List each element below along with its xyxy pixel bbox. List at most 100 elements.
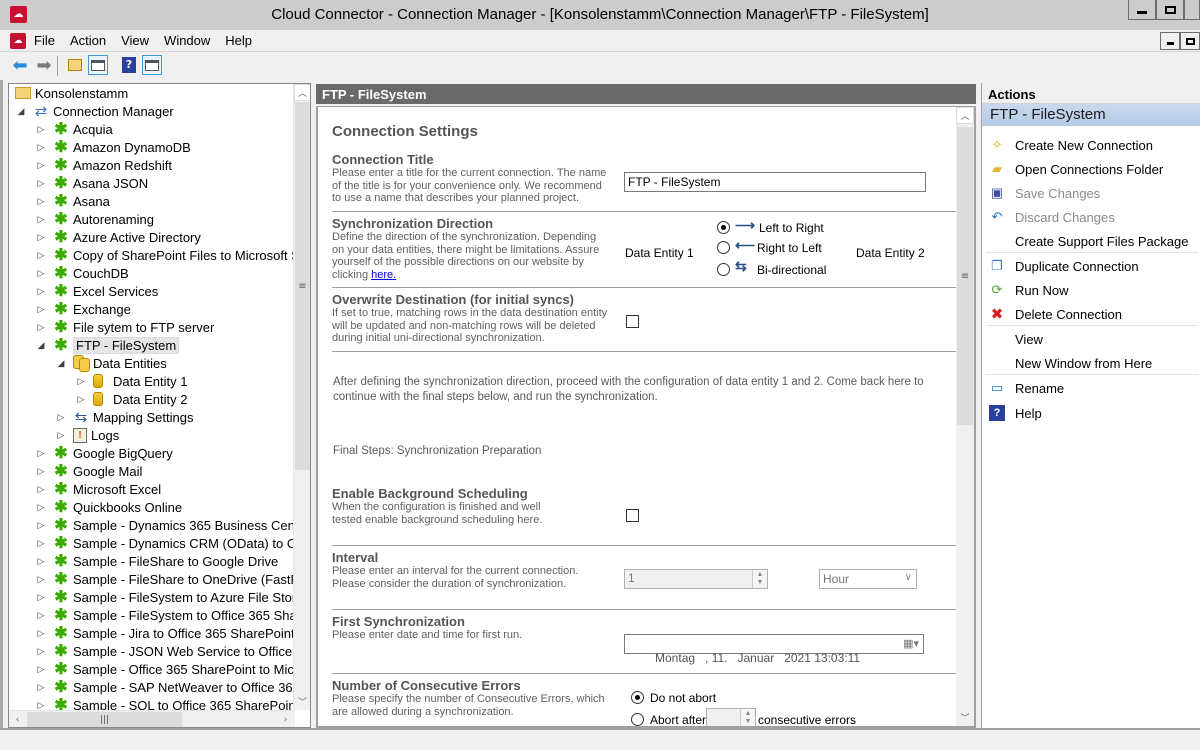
collapse-arrow-icon[interactable]: ◢ <box>55 358 67 369</box>
expand-arrow-icon[interactable]: ▷ <box>35 178 47 189</box>
maximize-button[interactable] <box>1156 0 1184 20</box>
connection-title-input[interactable] <box>624 172 926 192</box>
tree-item-connection[interactable]: ▷ ✱ Sample - FileShare to OneDrive (FastFi… <box>35 570 295 588</box>
tree-item-connection[interactable]: ▷ ✱ Sample - FileShare to Google Drive <box>35 552 279 570</box>
radio-abort-after[interactable] <box>631 713 644 726</box>
content-vertical-scrollbar[interactable]: ︿ ≡ ﹀ <box>956 107 974 726</box>
expand-arrow-icon[interactable]: ▷ <box>35 628 47 639</box>
expand-arrow-icon[interactable]: ▷ <box>35 610 47 621</box>
document-system-menu-icon[interactable]: ☁ <box>10 33 26 49</box>
tree-item-connection[interactable]: ▷ ✱ Amazon Redshift <box>35 156 172 174</box>
action-view[interactable]: View <box>982 329 1200 349</box>
tree-item-connection-manager[interactable]: ◢ ⇄ Connection Manager <box>15 102 174 120</box>
tree-item-connection[interactable]: ▷ ✱ Quickbooks Online <box>35 498 183 516</box>
expand-arrow-icon[interactable]: ▷ <box>35 646 47 657</box>
tree-item-connection[interactable]: ▷ ✱ File sytem to FTP server <box>35 318 215 336</box>
action-save-changes[interactable]: ▣ Save Changes <box>982 183 1200 203</box>
tree-item-connection[interactable]: ▷ ✱ Asana JSON <box>35 174 149 192</box>
tree-item-root[interactable]: Konsolenstamm <box>15 84 128 102</box>
expand-arrow-icon[interactable]: ▷ <box>35 556 47 567</box>
close-button[interactable] <box>1184 0 1200 20</box>
tree-item-connection[interactable]: ▷ ✱ Sample - JSON Web Service to Office 36… <box>35 642 295 660</box>
first-sync-datetime-picker[interactable]: Montag , 11. Januar 2021 13:03:11 ▦▾ <box>624 634 924 665</box>
tree-horizontal-scrollbar[interactable]: ‹ ||| › <box>9 710 295 727</box>
interval-unit-select[interactable]: Hour ∨ <box>819 569 917 589</box>
tree-item-ftp-filesystem[interactable]: ◢ ✱ FTP - FileSystem <box>35 336 180 354</box>
tree-item-connection[interactable]: ▷ ✱ Microsoft Excel <box>35 480 162 498</box>
expand-arrow-icon[interactable]: ▷ <box>35 286 47 297</box>
tree-item-connection[interactable]: ▷ ✱ Sample - Jira to Office 365 SharePoint <box>35 624 295 642</box>
expand-arrow-icon[interactable]: ▷ <box>35 592 47 603</box>
scroll-right-button[interactable]: › <box>277 711 294 727</box>
expand-arrow-icon[interactable]: ▷ <box>35 196 47 207</box>
collapse-arrow-icon[interactable]: ◢ <box>15 106 27 117</box>
tree-item-connection[interactable]: ▷ ✱ Excel Services <box>35 282 159 300</box>
tree-item-mapping-settings[interactable]: ▷ ⇆ Mapping Settings <box>55 408 194 426</box>
background-scheduling-checkbox[interactable] <box>626 509 639 522</box>
scrollbar-thumb[interactable]: ≡ <box>957 127 973 425</box>
tree-item-connection[interactable]: ▷ ✱ Acquia <box>35 120 113 138</box>
expand-arrow-icon[interactable]: ▷ <box>35 466 47 477</box>
menu-file[interactable]: File <box>34 33 63 48</box>
action-new-window-from-here[interactable]: New Window from Here <box>982 353 1200 373</box>
chevron-down-icon[interactable]: ▼ <box>745 718 752 726</box>
show-hide-console-tree-button[interactable] <box>88 55 108 75</box>
tree-item-connection[interactable]: ▷ ✱ CouchDB <box>35 264 129 282</box>
action-rename[interactable]: ▭ Rename <box>982 378 1200 398</box>
abort-after-spinner[interactable]: ▲ ▼ <box>706 708 756 726</box>
action-help[interactable]: ? Help <box>982 403 1200 423</box>
radio-label[interactable]: Bi-directional <box>757 263 826 277</box>
chevron-up-icon[interactable]: ▲ <box>757 571 764 579</box>
child-restore-button[interactable] <box>1180 32 1200 50</box>
up-one-level-button[interactable] <box>65 55 85 75</box>
expand-arrow-icon[interactable]: ▷ <box>35 664 47 675</box>
tree-item-connection[interactable]: ▷ ✱ Google Mail <box>35 462 143 480</box>
tree-item-connection[interactable]: ▷ ✱ Sample - Dynamics CRM (OData) to Offic… <box>35 534 295 552</box>
expand-arrow-icon[interactable]: ▷ <box>35 142 47 153</box>
chevron-up-icon[interactable]: ▲ <box>745 710 752 718</box>
tree-item-connection[interactable]: ▷ ✱ Sample - Dynamics 365 Business Central… <box>35 516 295 534</box>
action-create-new-connection[interactable]: ✧ Create New Connection <box>982 135 1200 155</box>
action-duplicate-connection[interactable]: ❐ Duplicate Connection <box>982 256 1200 276</box>
expand-arrow-icon[interactable]: ▷ <box>35 682 47 693</box>
radio-label[interactable]: Left to Right <box>759 221 824 235</box>
tree-item-connection[interactable]: ▷ ✱ Sample - SAP NetWeaver to Office 365 S… <box>35 678 295 696</box>
expand-arrow-icon[interactable]: ▷ <box>35 304 47 315</box>
tree-item-connection[interactable]: ▷ ✱ Sample - FileSystem to Azure File Stor… <box>35 588 295 606</box>
show-hide-action-pane-button[interactable] <box>142 55 162 75</box>
menu-window[interactable]: Window <box>164 33 218 48</box>
radio-bi-directional[interactable] <box>717 263 730 276</box>
expand-arrow-icon[interactable]: ▷ <box>75 394 87 405</box>
help-toolbar-button[interactable]: ? <box>119 55 139 75</box>
menu-help[interactable]: Help <box>225 33 260 48</box>
interval-spinner[interactable]: 1 ▲ ▼ <box>624 569 768 589</box>
tree-item-connection[interactable]: ▷ ✱ Amazon DynamoDB <box>35 138 191 156</box>
expand-arrow-icon[interactable]: ▷ <box>35 538 47 549</box>
spinner-buttons[interactable]: ▲ ▼ <box>740 709 755 726</box>
expand-arrow-icon[interactable]: ▷ <box>55 412 67 423</box>
scroll-down-button[interactable]: ﹀ <box>294 693 310 710</box>
scroll-up-button[interactable]: ︿ <box>956 107 974 124</box>
overwrite-checkbox[interactable] <box>626 315 639 328</box>
back-button[interactable]: ⬅ <box>10 55 30 76</box>
tree-vertical-scrollbar[interactable]: ︿ ≡ ﹀ <box>293 84 310 710</box>
scrollbar-thumb[interactable]: ||| <box>27 712 182 727</box>
expand-arrow-icon[interactable]: ▷ <box>35 268 47 279</box>
radio-do-not-abort[interactable] <box>631 691 644 704</box>
expand-arrow-icon[interactable]: ▷ <box>35 448 47 459</box>
collapse-arrow-icon[interactable]: ◢ <box>35 340 47 351</box>
expand-arrow-icon[interactable]: ▷ <box>35 484 47 495</box>
tree-item-connection[interactable]: ▷ ✱ Autorenaming <box>35 210 154 228</box>
scrollbar-thumb[interactable]: ≡ <box>295 102 310 470</box>
expand-arrow-icon[interactable]: ▷ <box>35 232 47 243</box>
expand-arrow-icon[interactable]: ▷ <box>35 124 47 135</box>
child-minimize-button[interactable] <box>1160 32 1180 50</box>
expand-arrow-icon[interactable]: ▷ <box>35 700 47 711</box>
tree-item-logs[interactable]: ▷ ! Logs <box>55 426 119 444</box>
scroll-left-button[interactable]: ‹ <box>9 711 26 727</box>
chevron-down-icon[interactable]: ▼ <box>757 579 764 587</box>
directions-link[interactable]: here. <box>371 269 396 281</box>
calendar-icon[interactable]: ▦▾ <box>903 637 919 650</box>
forward-button[interactable]: ➡ <box>34 55 54 76</box>
minimize-button[interactable] <box>1128 0 1156 20</box>
